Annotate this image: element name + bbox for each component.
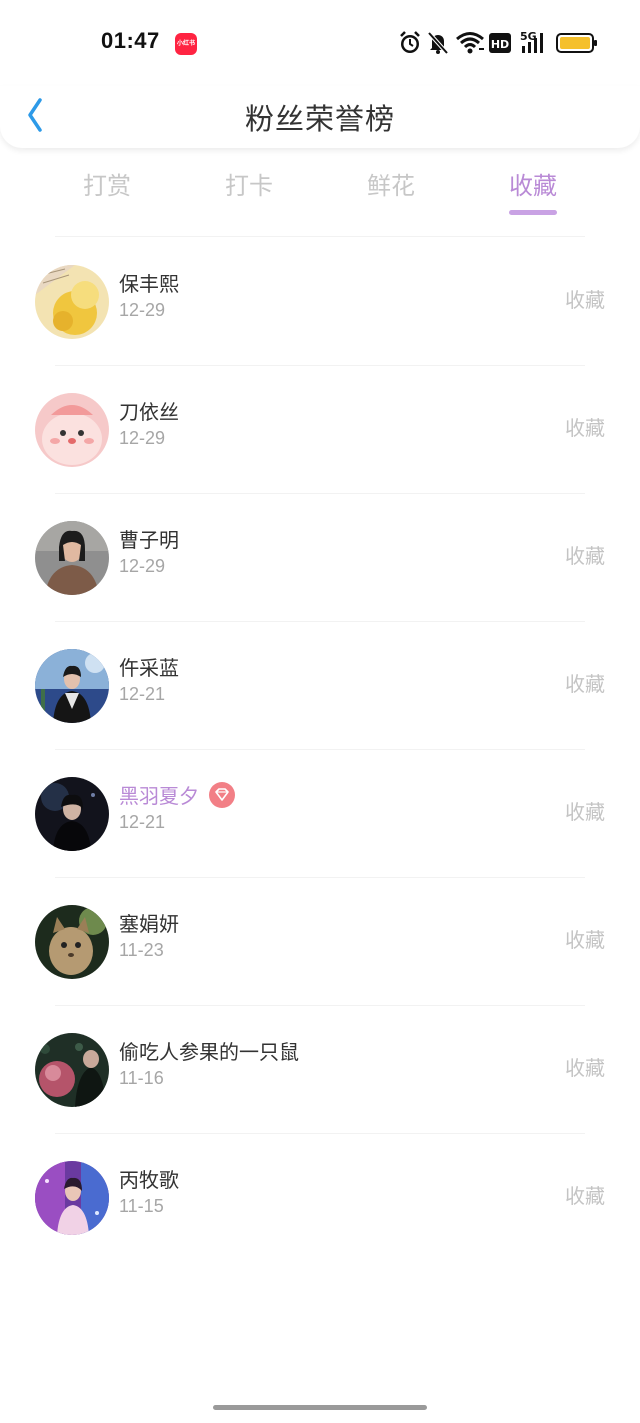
tabs-divider [55, 236, 585, 237]
hd-label: HD [491, 38, 509, 51]
tab-flowers[interactable]: 鲜花 [331, 166, 451, 201]
avatar[interactable] [35, 1033, 109, 1107]
avatar[interactable] [35, 777, 109, 851]
date: 12-29 [119, 300, 166, 320]
action-label: 收藏 [565, 928, 605, 952]
avatar[interactable] [35, 1161, 109, 1235]
tab-tipping[interactable]: 打赏 [47, 166, 167, 201]
action-label: 收藏 [565, 544, 605, 568]
list-item[interactable]: 仵采蓝 12-21 收藏 [0, 622, 640, 750]
status-bar: 01:47 小红书 HD 5G [0, 0, 640, 86]
date: 12-29 [119, 428, 166, 448]
avatar[interactable] [35, 265, 109, 339]
hd-icon: HD [489, 33, 511, 59]
battery-icon [556, 33, 598, 59]
date: 12-21 [119, 812, 166, 832]
list-item[interactable]: 刀依丝 12-29 收藏 [0, 366, 640, 494]
action-label: 收藏 [565, 1056, 605, 1080]
alarm-icon [398, 30, 422, 56]
status-time: 01:47 [101, 28, 160, 53]
tab-checkin[interactable]: 打卡 [189, 166, 309, 201]
date: 11-23 [119, 940, 164, 960]
home-indicator[interactable] [213, 1405, 427, 1410]
list-item[interactable]: 丙牧歌 11-15 收藏 [0, 1134, 640, 1262]
page-title: 粉丝荣誉榜 [244, 102, 395, 136]
active-tab-indicator [509, 210, 557, 215]
action-label: 收藏 [565, 416, 605, 440]
action-label: 收藏 [565, 288, 605, 312]
header: 粉丝荣誉榜 [0, 86, 640, 148]
silent-bell-icon [426, 30, 450, 56]
user-name: 仵采蓝 [119, 656, 179, 680]
list-item[interactable]: 塞娟妍 11-23 收藏 [0, 878, 640, 1006]
user-name: 丙牧歌 [119, 1168, 179, 1192]
list-item[interactable]: 黑羽夏夕 12-21 收藏 [0, 750, 640, 878]
tab-favorites[interactable]: 收藏 [473, 166, 593, 215]
date: 11-15 [119, 1196, 164, 1216]
avatar[interactable] [35, 649, 109, 723]
user-name: 偷吃人参果的一只鼠 [119, 1040, 299, 1064]
list-item[interactable]: 保丰熙 12-29 收藏 [0, 238, 640, 366]
tab-bar: 打赏 打卡 鲜花 收藏 [0, 160, 640, 220]
date: 11-16 [119, 1068, 164, 1088]
date: 12-21 [119, 684, 166, 704]
user-name: 黑羽夏夕 [119, 784, 199, 808]
user-name: 曹子明 [119, 528, 179, 552]
diamond-icon [209, 782, 235, 808]
action-label: 收藏 [565, 672, 605, 696]
avatar[interactable] [35, 521, 109, 595]
action-label: 收藏 [565, 800, 605, 824]
tab-favorites-label: 收藏 [509, 172, 557, 200]
action-label: 收藏 [565, 1184, 605, 1208]
avatar[interactable] [35, 393, 109, 467]
wifi-icon [455, 30, 485, 56]
signal-icon [520, 30, 548, 56]
list-item[interactable]: 偷吃人参果的一只鼠 11-16 收藏 [0, 1006, 640, 1134]
date: 12-29 [119, 556, 166, 576]
xiaohongshu-app-icon: 小红书 [175, 33, 197, 55]
avatar[interactable] [35, 905, 109, 979]
user-name: 保丰熙 [119, 272, 179, 296]
list-item[interactable]: 曹子明 12-29 收藏 [0, 494, 640, 622]
user-name: 刀依丝 [119, 400, 179, 424]
user-name: 塞娟妍 [119, 912, 179, 936]
